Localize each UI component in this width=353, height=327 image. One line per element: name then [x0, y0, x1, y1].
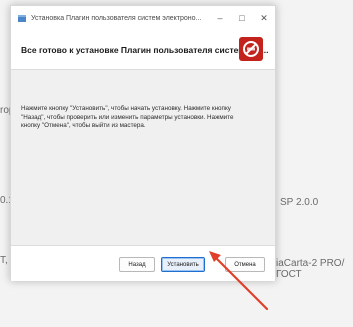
installer-box-icon: [17, 13, 27, 23]
maximize-button[interactable]: □: [231, 6, 253, 30]
header-title: Все готово к установке Плагин пользовате…: [21, 45, 269, 55]
title-bar[interactable]: Установка Плагин пользователя систем эле…: [11, 6, 275, 30]
background-text-left-3: T,: [0, 255, 8, 266]
red-prohibition-logo-icon: [239, 37, 263, 61]
dialog-content: Нажмите кнопку "Установить", чтобы начат…: [11, 70, 275, 245]
instruction-text: Нажмите кнопку "Установить", чтобы начат…: [21, 105, 234, 129]
back-button[interactable]: Назад: [119, 257, 155, 272]
minimize-button[interactable]: –: [209, 6, 231, 30]
background-text-right-1: SP 2.0.0: [280, 197, 319, 208]
background-text-right-2: iaCarta-2 PRO/ГОСТ: [276, 258, 345, 280]
window-title: Установка Плагин пользователя систем эле…: [31, 14, 202, 22]
dialog-header: Все готово к установке Плагин пользовате…: [11, 30, 275, 70]
red-arrow-icon: [209, 251, 269, 311]
installer-dialog: Установка Плагин пользователя систем эле…: [10, 5, 276, 281]
close-button[interactable]: ✕: [253, 6, 275, 30]
install-button[interactable]: Установить: [161, 257, 205, 272]
